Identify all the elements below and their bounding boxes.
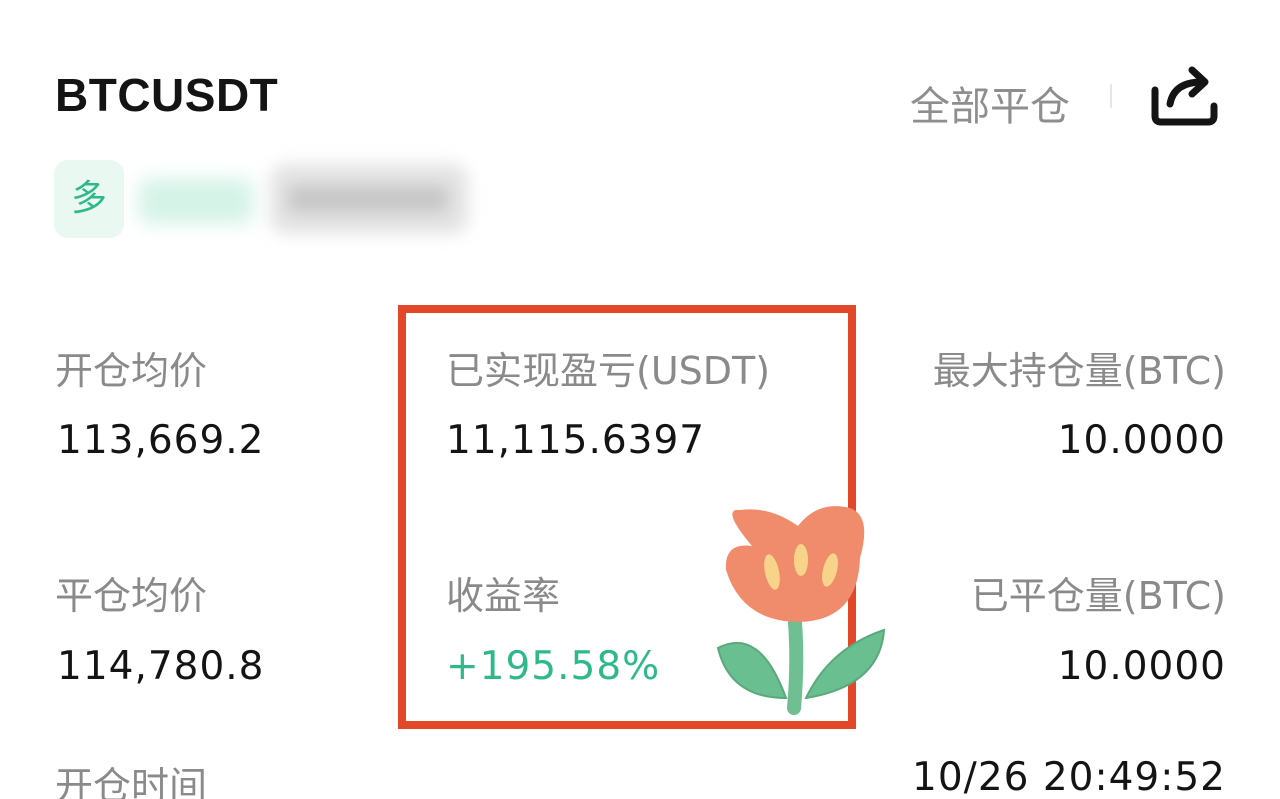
symbol-title: BTCUSDT	[55, 69, 279, 121]
closed-qty-value: 10.0000	[1057, 644, 1226, 689]
position-detail-screen: BTCUSDT 全部平仓 多 开仓均价 113,669.2 已实现盈亏(USDT…	[0, 0, 1280, 799]
header-divider	[1110, 84, 1112, 108]
open-time-label: 开仓时间	[55, 764, 208, 799]
closed-qty-label: 已平仓量(BTC)	[970, 574, 1226, 618]
flower-sticker	[716, 506, 886, 715]
share-button[interactable]	[1150, 60, 1220, 126]
side-tag-long: 多	[54, 160, 124, 238]
close-all-button[interactable]: 全部平仓	[910, 74, 1070, 132]
avg-open-price-value: 113,669.2	[57, 418, 265, 463]
max-position-label: 最大持仓量(BTC)	[932, 349, 1226, 393]
avg-open-price-label: 开仓均价	[55, 349, 208, 393]
redacted-leverage	[138, 178, 254, 224]
max-position-value: 10.0000	[1057, 418, 1226, 463]
redacted-margin-mode	[270, 164, 468, 234]
avg-close-price-label: 平仓均价	[55, 574, 208, 618]
open-time-value: 10/26 20:49:52	[912, 755, 1226, 799]
share-icon	[1151, 66, 1218, 126]
avg-close-price-value: 114,780.8	[57, 644, 265, 689]
